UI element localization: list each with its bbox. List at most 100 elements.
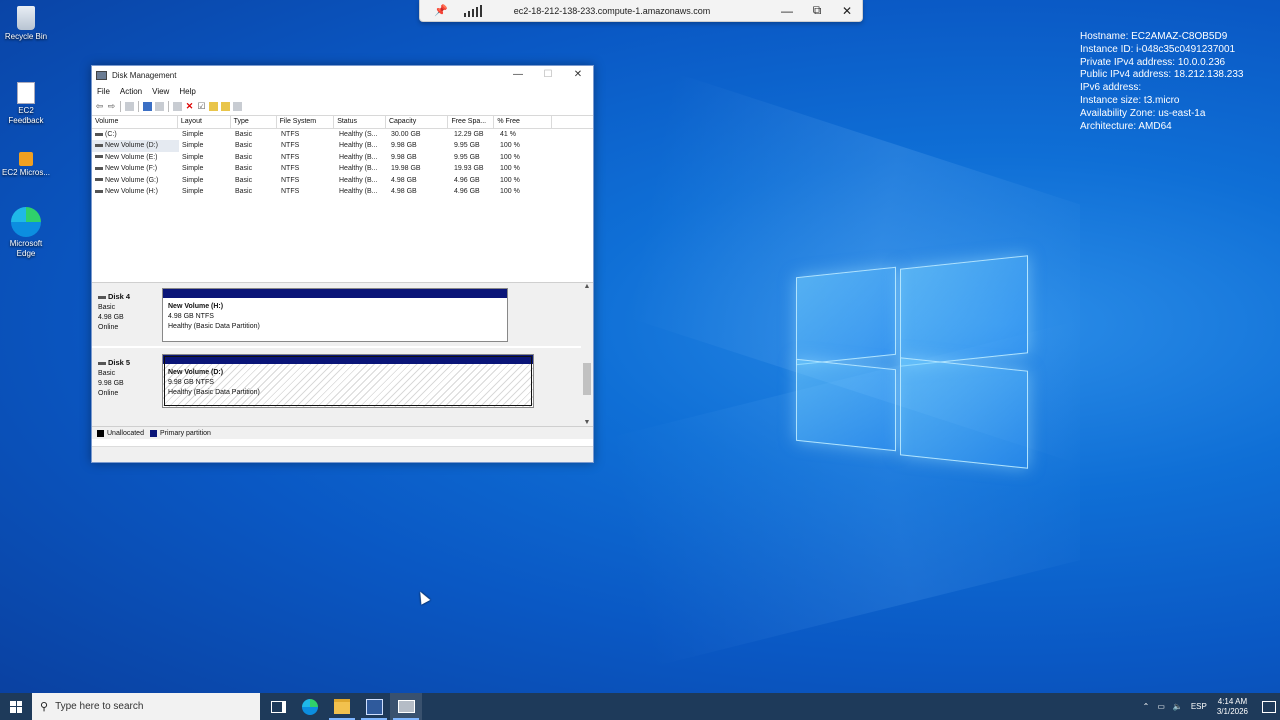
rdp-minimize-button[interactable]: — bbox=[772, 4, 802, 18]
volume-muted-icon[interactable]: 🔈 bbox=[1173, 702, 1183, 711]
view-icon[interactable] bbox=[233, 102, 242, 111]
desktop-icon-ec2-feedback[interactable]: EC2 Feedback bbox=[1, 82, 51, 126]
delete-icon[interactable]: ✕ bbox=[185, 102, 194, 111]
volume-free-space: 4.96 GB bbox=[454, 187, 480, 195]
vertical-scrollbar[interactable]: ▲ ▼ bbox=[581, 283, 593, 426]
properties-icon[interactable] bbox=[155, 102, 164, 111]
status-bar bbox=[92, 446, 593, 462]
partition-name: New Volume (D:) bbox=[168, 369, 224, 376]
toolbar: ⇦ ⇨ ✕ ☑ bbox=[92, 98, 593, 116]
maximize-button[interactable]: ☐ bbox=[533, 66, 563, 84]
table-row[interactable]: New Volume (E:) Simple Basic NTFS Health… bbox=[92, 152, 593, 163]
primary-partition-bar bbox=[163, 289, 507, 298]
task-view-button[interactable] bbox=[262, 693, 294, 720]
architecture-text: Architecture: AMD64 bbox=[1080, 120, 1172, 132]
column-header-capacity[interactable]: Capacity bbox=[386, 116, 449, 128]
volume-layout: Simple bbox=[182, 131, 204, 138]
partition-block-selected[interactable]: New Volume (D:) 9.98 GB NTFS Healthy (Ba… bbox=[162, 354, 534, 408]
desktop-icon-recycle-bin[interactable]: Recycle Bin bbox=[1, 6, 51, 42]
menu-file[interactable]: File bbox=[97, 87, 110, 96]
volume-status: Healthy (B... bbox=[339, 142, 378, 150]
taskbar-file-explorer[interactable] bbox=[326, 693, 358, 720]
column-header-free-space[interactable]: Free Spa... bbox=[448, 116, 495, 128]
column-header-status[interactable]: Status bbox=[334, 116, 386, 128]
language-indicator[interactable]: ESP bbox=[1191, 702, 1207, 711]
volume-layout: Simple bbox=[182, 142, 204, 150]
folder-search-icon[interactable] bbox=[221, 102, 230, 111]
partition-block[interactable]: New Volume (H:) 4.98 GB NTFS Healthy (Ba… bbox=[162, 288, 508, 342]
window-title: Disk Management bbox=[112, 70, 177, 80]
column-header-file-system[interactable]: File System bbox=[277, 116, 335, 128]
close-button[interactable]: ✕ bbox=[563, 66, 593, 84]
partition-status: Healthy (Basic Data Partition) bbox=[168, 323, 260, 330]
disk-state: Online bbox=[98, 390, 119, 397]
scroll-up-icon[interactable]: ▲ bbox=[581, 283, 593, 290]
graphical-disk-pane: Disk 4 Basic 4.98 GB Online New Volume (… bbox=[92, 283, 593, 426]
system-tray: ⌃ ▭ 🔈 ESP 4:14 AM 3/1/2026 bbox=[1139, 693, 1280, 720]
rdp-restore-button[interactable]: ⧉ bbox=[802, 3, 832, 18]
volume-name: New Volume (E:) bbox=[105, 153, 158, 161]
table-row[interactable]: New Volume (G:) Simple Basic NTFS Health… bbox=[92, 175, 593, 186]
ipv6-text: IPv6 address: bbox=[1080, 82, 1142, 94]
taskbar-edge[interactable] bbox=[294, 693, 326, 720]
disk-management-app-icon bbox=[96, 70, 107, 80]
network-icon[interactable]: ▭ bbox=[1157, 702, 1165, 711]
taskbar-search-box[interactable]: ⚲ Type here to search bbox=[32, 693, 260, 720]
console-tree-icon[interactable] bbox=[125, 102, 134, 111]
edge-icon bbox=[302, 698, 318, 715]
volume-file-system: NTFS bbox=[281, 142, 300, 150]
forward-arrow-icon[interactable]: ⇨ bbox=[107, 102, 116, 111]
table-row[interactable]: (C:) Simple Basic NTFS Healthy (S... 30.… bbox=[92, 129, 593, 140]
title-bar[interactable]: Disk Management — ☐ ✕ bbox=[92, 66, 593, 84]
desktop-icon-ec2-microsoft[interactable]: EC2 Micros... bbox=[1, 146, 51, 178]
desktop-icon-label: EC2 Micros... bbox=[1, 168, 50, 177]
table-row[interactable]: New Volume (F:) Simple Basic NTFS Health… bbox=[92, 163, 593, 174]
instance-size-text: Instance size: t3.micro bbox=[1080, 94, 1180, 106]
rdp-close-button[interactable]: ✕ bbox=[832, 4, 862, 18]
volume-free-space: 9.95 GB bbox=[454, 142, 480, 150]
windows-logo-wallpaper bbox=[796, 254, 1028, 469]
disk-icon bbox=[98, 361, 106, 365]
start-button[interactable] bbox=[0, 693, 32, 720]
connect-disk-icon[interactable] bbox=[173, 102, 182, 111]
volume-percent-free: 100 % bbox=[500, 187, 520, 195]
taskbar-powershell[interactable] bbox=[358, 693, 390, 720]
primary-partition-bar bbox=[163, 355, 533, 364]
menu-action[interactable]: Action bbox=[120, 87, 142, 96]
disk-type: Basic bbox=[98, 370, 116, 377]
disk-block-disk-5[interactable]: Disk 5 Basic 9.98 GB Online New Volume (… bbox=[92, 354, 582, 418]
menu-view[interactable]: View bbox=[152, 87, 169, 96]
column-header-type[interactable]: Type bbox=[231, 116, 277, 128]
clock[interactable]: 4:14 AM 3/1/2026 bbox=[1217, 697, 1248, 717]
help-icon[interactable] bbox=[143, 102, 152, 111]
rdp-host-name: ec2-18-212-138-233.compute-1.amazonaws.c… bbox=[513, 5, 711, 16]
menu-bar: File Action View Help bbox=[92, 84, 593, 98]
volume-file-system: NTFS bbox=[281, 153, 300, 161]
back-arrow-icon[interactable]: ⇦ bbox=[95, 102, 104, 111]
mouse-cursor-icon bbox=[415, 589, 431, 605]
table-row[interactable]: New Volume (H:) Simple Basic NTFS Health… bbox=[92, 186, 593, 197]
disk-block-disk-4[interactable]: Disk 4 Basic 4.98 GB Online New Volume (… bbox=[92, 288, 582, 352]
column-header-volume[interactable]: Volume bbox=[92, 116, 178, 128]
notification-center-icon[interactable] bbox=[1262, 700, 1276, 713]
rdp-connection-bar: 📌 ec2-18-212-138-233.compute-1.amazonaws… bbox=[419, 0, 863, 22]
chevron-up-icon[interactable]: ⌃ bbox=[1143, 702, 1150, 711]
scrollbar-thumb[interactable] bbox=[583, 363, 591, 395]
minimize-button[interactable]: — bbox=[503, 66, 533, 84]
search-icon: ⚲ bbox=[40, 701, 49, 713]
shortcut-file-icon bbox=[17, 82, 35, 104]
scroll-down-icon[interactable]: ▼ bbox=[581, 419, 593, 426]
disk-icon bbox=[98, 295, 106, 299]
taskbar-disk-management[interactable] bbox=[390, 693, 422, 720]
check-icon[interactable]: ☑ bbox=[197, 102, 206, 111]
column-header-layout[interactable]: Layout bbox=[178, 116, 231, 128]
column-header-percent-free[interactable]: % Free bbox=[494, 116, 552, 128]
pin-icon[interactable]: 📌 bbox=[434, 4, 448, 17]
desktop-icon-microsoft-edge[interactable]: Microsoft Edge bbox=[1, 207, 51, 259]
table-row[interactable]: New Volume (D:) Simple Basic NTFS Health… bbox=[92, 140, 593, 152]
volume-type: Basic bbox=[235, 131, 253, 138]
menu-help[interactable]: Help bbox=[179, 87, 195, 96]
folder-open-icon[interactable] bbox=[209, 102, 218, 111]
disk-info: Disk 5 Basic 9.98 GB Online bbox=[98, 358, 130, 399]
legend: Unallocated Primary partition bbox=[92, 426, 593, 439]
